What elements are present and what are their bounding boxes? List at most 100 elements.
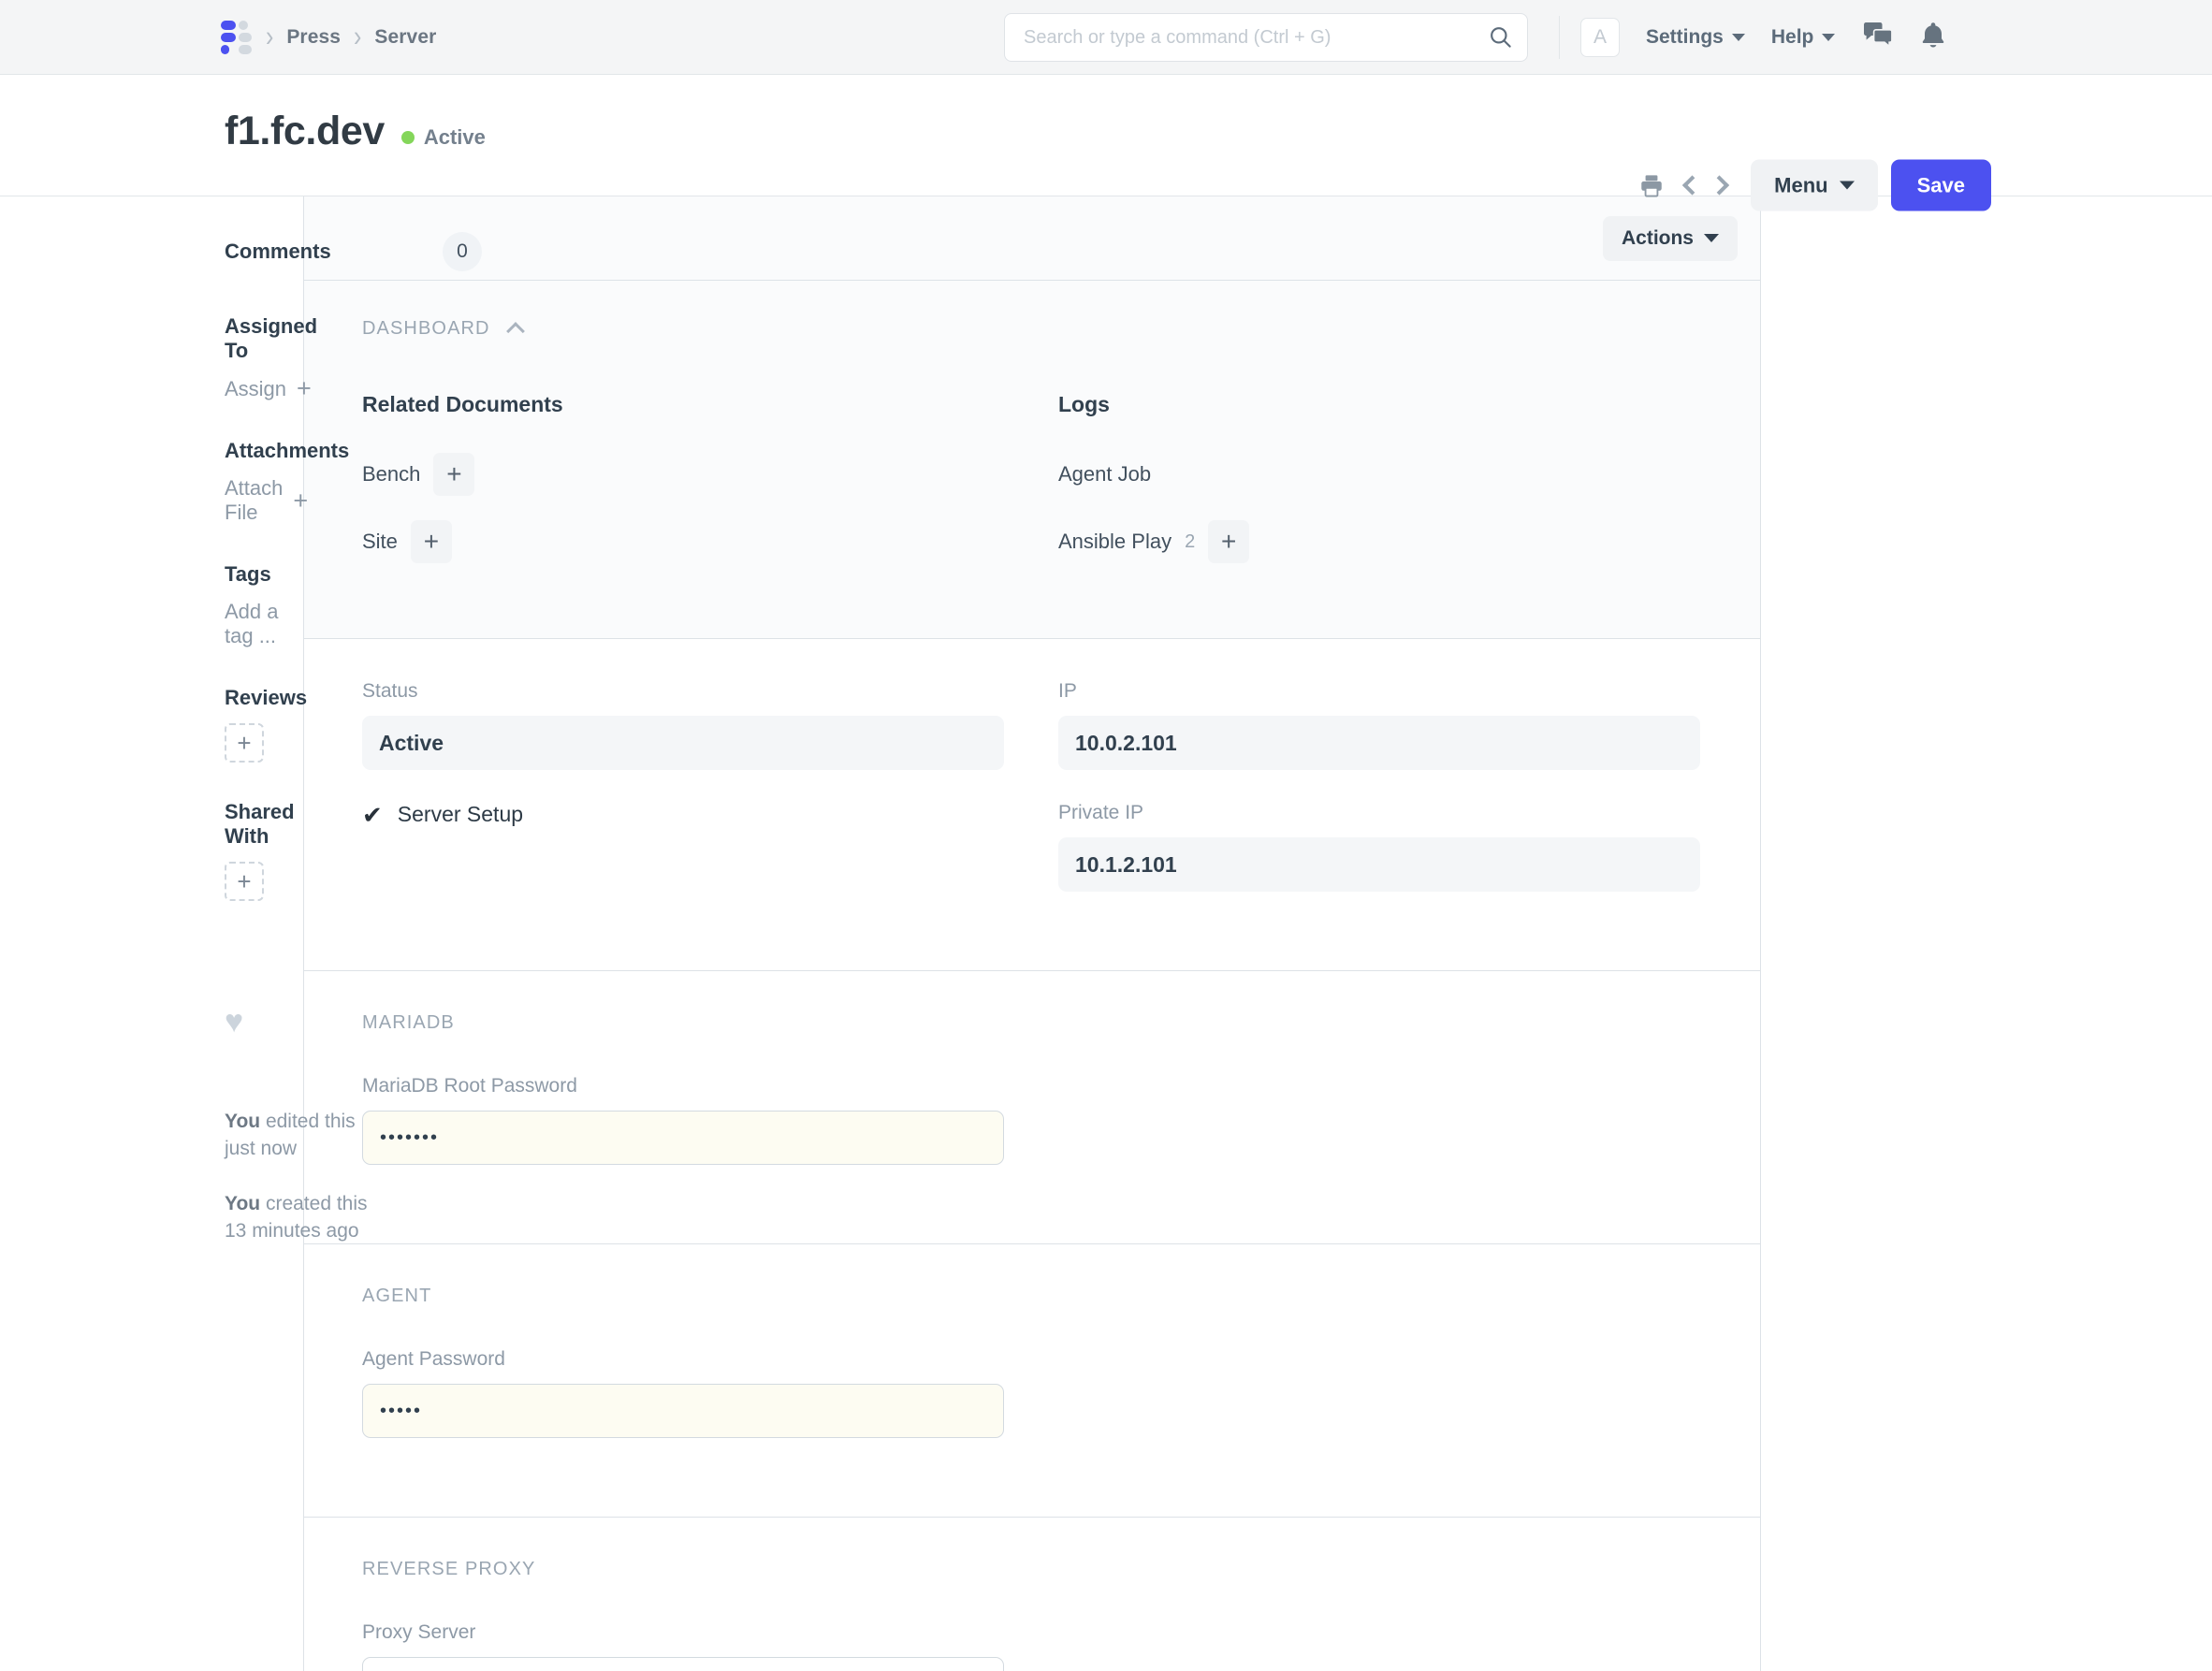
activity-item: You created this 13 minutes ago: [225, 1191, 440, 1245]
page-title-row: f1.fc.dev Active: [225, 109, 486, 154]
help-label: Help: [1771, 26, 1814, 49]
agent-column-right: [1058, 1348, 1754, 1470]
chevron-up-icon: [506, 322, 525, 341]
ip-column: IP 10.0.2.101 Private IP 10.1.2.101: [1058, 680, 1754, 923]
status-badge: Active: [401, 125, 486, 150]
assigned-to-label: Assigned To: [225, 314, 303, 363]
top-navbar: › Press › Server A Settings Help: [0, 0, 2212, 75]
agent-section-title: AGENT: [362, 1286, 1702, 1307]
status-columns: Status Active ✔ Server Setup IP 10.0.2.1…: [362, 680, 1702, 923]
breadcrumb-separator-icon: ›: [266, 22, 273, 51]
mariadb-root-password-field: MariaDB Root Password: [362, 1075, 1058, 1165]
sidebar-attachments: Attachments Attach File +: [225, 439, 303, 525]
form-toolbar: Actions: [304, 196, 1760, 281]
agent-password-label: Agent Password: [362, 1348, 1058, 1371]
link-label[interactable]: Agent Job: [1058, 462, 1151, 487]
global-search: [1004, 13, 1528, 62]
help-menu[interactable]: Help: [1771, 26, 1836, 49]
tags-label: Tags: [225, 562, 303, 587]
activity-actor: You: [225, 1111, 260, 1132]
heart-icon[interactable]: ♥: [225, 1006, 303, 1038]
settings-menu[interactable]: Settings: [1646, 26, 1745, 49]
proxy-server-column: Proxy Server: [362, 1621, 1058, 1671]
mariadb-section: MARIADB MariaDB Root Password: [304, 971, 1760, 1244]
chevron-left-icon[interactable]: [1682, 175, 1702, 195]
mariadb-root-password-input[interactable]: [362, 1111, 1004, 1165]
sidebar-comments[interactable]: Comments 0: [225, 232, 482, 271]
mariadb-root-password-label: MariaDB Root Password: [362, 1075, 1058, 1097]
status-field-label: Status: [362, 680, 1058, 703]
printer-icon[interactable]: [1638, 172, 1665, 198]
log-link-ansible-play: Ansible Play 2 +: [1058, 520, 1754, 563]
reviews-label: Reviews: [225, 686, 303, 710]
link-label[interactable]: Site: [362, 530, 398, 554]
actions-button[interactable]: Actions: [1603, 216, 1738, 261]
plus-icon: +: [297, 376, 312, 401]
add-tag-label: Add a tag ...: [225, 600, 303, 648]
status-dot-icon: [401, 131, 415, 144]
related-link-bench: Bench +: [362, 453, 1058, 496]
plus-icon: +: [293, 488, 308, 514]
page-header-actions: Menu Save: [1638, 160, 1991, 211]
breadcrumb-press[interactable]: Press: [286, 26, 341, 49]
actions-button-label: Actions: [1622, 227, 1694, 250]
attach-file-button[interactable]: Attach File +: [225, 476, 303, 525]
ip-field-label: IP: [1058, 680, 1754, 703]
notification-bell-icon[interactable]: [1921, 22, 1945, 54]
app-grid-logo-icon[interactable]: [221, 22, 253, 53]
reverse-proxy-columns: Proxy Server Upstream Setup: [362, 1621, 1702, 1671]
mariadb-column-right: [1058, 1075, 1754, 1197]
dashboard-section: DASHBOARD Related Documents Bench + Site…: [304, 281, 1760, 639]
prev-next-group: [1685, 179, 1726, 193]
breadcrumb-separator-icon: ›: [354, 22, 361, 51]
status-field-value: Active: [362, 716, 1004, 770]
add-site-button[interactable]: +: [411, 520, 452, 563]
comments-count-badge: 0: [443, 232, 482, 271]
search-icon[interactable]: [1488, 24, 1513, 50]
activity-time: just now: [225, 1138, 297, 1159]
status-section: Status Active ✔ Server Setup IP 10.0.2.1…: [304, 639, 1760, 971]
settings-label: Settings: [1646, 26, 1724, 49]
related-documents-heading: Related Documents: [362, 392, 1058, 417]
link-label[interactable]: Ansible Play: [1058, 530, 1171, 554]
save-button[interactable]: Save: [1891, 160, 1991, 211]
proxy-server-input[interactable]: [362, 1657, 1004, 1671]
dashboard-section-toggle[interactable]: DASHBOARD: [362, 318, 1702, 340]
activity-time: 13 minutes ago: [225, 1220, 359, 1242]
private-ip-field: Private IP 10.1.2.101: [1058, 802, 1754, 892]
chevron-right-icon[interactable]: [1710, 175, 1729, 195]
ip-field: IP 10.0.2.101: [1058, 680, 1754, 770]
activity-action: edited this: [266, 1111, 356, 1132]
menu-button[interactable]: Menu: [1751, 160, 1877, 211]
agent-password-field: Agent Password: [362, 1348, 1058, 1438]
add-ansible-play-button[interactable]: +: [1208, 520, 1249, 563]
add-bench-button[interactable]: +: [433, 453, 474, 496]
chat-bubbles-icon[interactable]: [1863, 22, 1893, 54]
avatar[interactable]: A: [1580, 18, 1620, 57]
agent-password-input[interactable]: [362, 1384, 1004, 1438]
server-setup-label: Server Setup: [398, 802, 523, 827]
server-setup-checkbox-row[interactable]: ✔ Server Setup: [362, 802, 1058, 827]
check-icon: ✔: [362, 803, 383, 827]
sidebar-activity: You edited this just now You created thi…: [225, 1109, 303, 1245]
link-label[interactable]: Bench: [362, 462, 420, 487]
sidebar-tags: Tags Add a tag ...: [225, 562, 303, 648]
assign-button[interactable]: Assign +: [225, 376, 303, 401]
agent-columns: Agent Password: [362, 1348, 1702, 1470]
comments-label: Comments: [225, 240, 331, 264]
attach-file-label: Attach File: [225, 476, 283, 525]
sidebar-shared-with: Shared With +: [225, 800, 303, 901]
page-body: Comments 0 Assigned To Assign + Attachme…: [0, 196, 2212, 1671]
breadcrumb-server[interactable]: Server: [374, 26, 436, 49]
page-header: f1.fc.dev Active Menu Save: [0, 75, 2212, 196]
sidebar-assigned-to: Assigned To Assign +: [225, 314, 303, 401]
activity-action: created this: [266, 1193, 368, 1214]
add-review-button[interactable]: +: [225, 723, 264, 763]
add-tag-input[interactable]: Add a tag ...: [225, 600, 303, 648]
activity-item: You edited this just now: [225, 1109, 440, 1163]
ip-field-value: 10.0.2.101: [1058, 716, 1700, 770]
search-input[interactable]: [1004, 13, 1528, 62]
navbar-left: › Press › Server: [0, 22, 436, 53]
reverse-proxy-section-title: REVERSE PROXY: [362, 1559, 1702, 1580]
add-shared-user-button[interactable]: +: [225, 862, 264, 901]
